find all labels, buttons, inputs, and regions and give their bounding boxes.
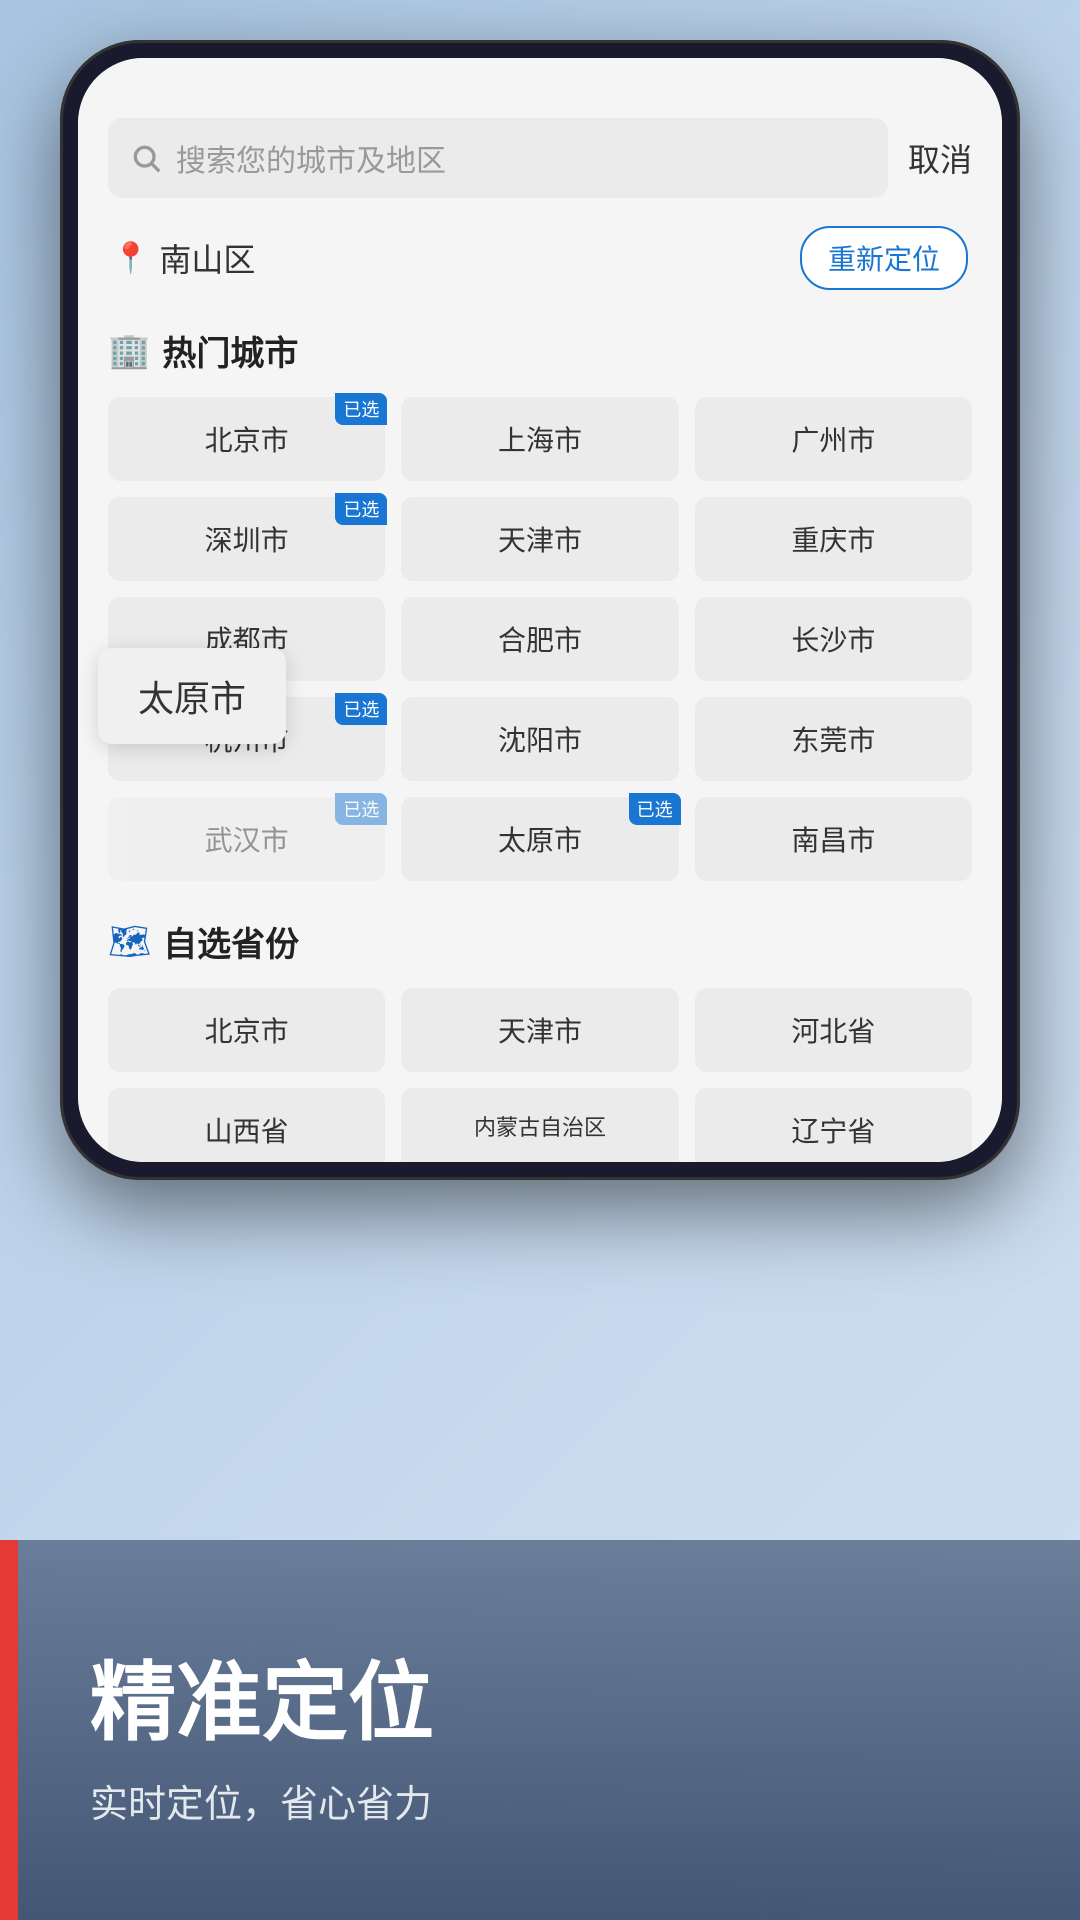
city-item[interactable]: 太原市 — [401, 797, 678, 881]
marketing-title: 精准定位 — [60, 1632, 1020, 1757]
province-item[interactable]: 北京市 — [108, 988, 385, 1072]
province-item[interactable]: 辽宁省 — [695, 1088, 972, 1162]
red-accent-bar — [0, 1540, 18, 1920]
marketing-section: 精准定位 实时定位，省心省力 — [0, 1540, 1080, 1920]
tooltip-text: 太原市 — [138, 678, 246, 719]
city-item[interactable]: 广州市 — [695, 397, 972, 481]
city-item[interactable]: 天津市 — [401, 497, 678, 581]
city-item[interactable]: 武汉市 — [108, 797, 385, 881]
location-left: 📍 南山区 — [112, 235, 255, 281]
provinces-header: 🗺 自选省份 — [108, 917, 972, 966]
current-location: 南山区 — [159, 235, 255, 281]
location-pin-icon: 📍 — [112, 241, 149, 276]
city-item[interactable]: 合肥市 — [401, 597, 678, 681]
tooltip-popup: 太原市 — [98, 648, 286, 744]
phone-frame: 搜索您的城市及地区 取消 📍 南山区 重新定位 🏢 热门城市 北京市 上海市 — [60, 40, 1020, 1180]
city-item[interactable]: 沈阳市 — [401, 697, 678, 781]
city-item[interactable]: 长沙市 — [695, 597, 972, 681]
popular-cities-grid: 北京市 上海市 广州市 深圳市 天津市 重庆市 成都市 合肥市 长沙市 杭州市 … — [108, 397, 972, 881]
city-item[interactable]: 重庆市 — [695, 497, 972, 581]
popular-cities-header: 🏢 热门城市 — [108, 326, 972, 375]
search-placeholder: 搜索您的城市及地区 — [176, 136, 866, 180]
provinces-title: 自选省份 — [163, 917, 299, 966]
provinces-grid: 北京市 天津市 河北省 山西省 内蒙古自治区 辽宁省 吉林省 黑龙江省 上海市 … — [108, 988, 972, 1162]
marketing-subtitle: 实时定位，省心省力 — [60, 1773, 1020, 1828]
relocate-button[interactable]: 重新定位 — [800, 226, 968, 290]
phone-screen: 搜索您的城市及地区 取消 📍 南山区 重新定位 🏢 热门城市 北京市 上海市 — [78, 58, 1002, 1162]
province-item[interactable]: 天津市 — [401, 988, 678, 1072]
search-icon — [130, 142, 162, 174]
location-row: 📍 南山区 重新定位 — [108, 226, 972, 290]
search-row: 搜索您的城市及地区 取消 — [108, 118, 972, 198]
popular-cities-title: 热门城市 — [162, 326, 298, 375]
city-item[interactable]: 北京市 — [108, 397, 385, 481]
screen-content: 搜索您的城市及地区 取消 📍 南山区 重新定位 🏢 热门城市 北京市 上海市 — [78, 58, 1002, 1162]
province-item[interactable]: 山西省 — [108, 1088, 385, 1162]
search-box[interactable]: 搜索您的城市及地区 — [108, 118, 888, 198]
city-item[interactable]: 东莞市 — [695, 697, 972, 781]
cancel-button[interactable]: 取消 — [908, 135, 972, 181]
building-icon: 🏢 — [108, 331, 150, 371]
city-item[interactable]: 上海市 — [401, 397, 678, 481]
map-icon: 🗺 — [108, 922, 151, 962]
city-item[interactable]: 南昌市 — [695, 797, 972, 881]
province-item[interactable]: 河北省 — [695, 988, 972, 1072]
province-item[interactable]: 内蒙古自治区 — [401, 1088, 678, 1162]
city-item[interactable]: 深圳市 — [108, 497, 385, 581]
